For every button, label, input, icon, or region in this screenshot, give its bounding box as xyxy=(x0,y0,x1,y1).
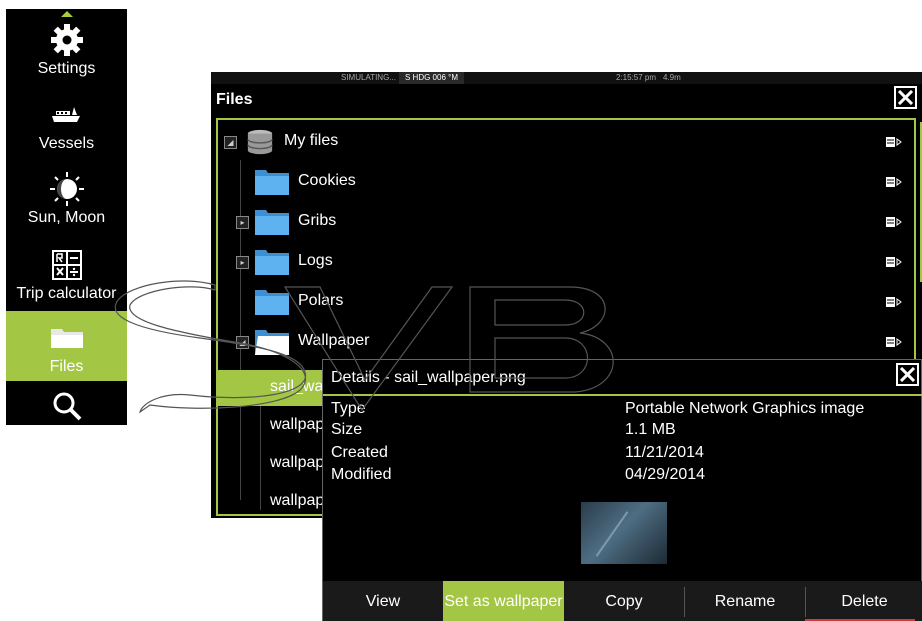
rename-button[interactable]: Rename xyxy=(685,581,805,621)
storage-icon xyxy=(247,129,273,155)
menu-item-label: Settings xyxy=(37,60,96,77)
menu-item-settings[interactable]: Settings xyxy=(6,13,127,83)
close-button[interactable] xyxy=(894,86,917,109)
tree-row-my-files[interactable]: ◢ My files xyxy=(218,122,914,162)
menu-item-label: Trip calculator xyxy=(16,285,117,302)
tree-row-label: Logs xyxy=(298,252,333,269)
action-bar: View Set as wallpaper Copy Rename Delete xyxy=(323,581,922,621)
distance-readout: 4.9m xyxy=(663,73,681,82)
open-folder-icon xyxy=(255,330,289,355)
row-menu-icon[interactable] xyxy=(886,256,902,268)
close-icon xyxy=(898,90,913,105)
tree-row-label: wallpap xyxy=(270,492,325,509)
folder-icon xyxy=(6,321,127,355)
tree-row-label: Gribs xyxy=(298,212,337,229)
set-as-wallpaper-button[interactable]: Set as wallpaper xyxy=(443,581,564,621)
menu-item-vessels[interactable]: Vessels xyxy=(6,88,127,158)
simulating-indicator: SIMULATING... xyxy=(341,73,396,82)
close-button[interactable] xyxy=(896,363,919,386)
field-label-modified: Modified xyxy=(331,466,392,483)
sun-moon-icon xyxy=(6,172,127,206)
tree-row-logs[interactable]: ▸ Logs xyxy=(218,242,914,282)
row-menu-icon[interactable] xyxy=(886,336,902,348)
folder-icon xyxy=(255,210,289,235)
field-label-created: Created xyxy=(331,444,388,461)
menu-item-sun-moon[interactable]: Sun, Moon xyxy=(6,162,127,232)
tree-row-label: My files xyxy=(284,132,339,149)
copy-button[interactable]: Copy xyxy=(564,581,684,621)
menu-item-label: Sun, Moon xyxy=(27,209,106,226)
menu-item-label: Find xyxy=(50,432,83,449)
window-title: Files xyxy=(216,91,253,108)
delete-button[interactable]: Delete xyxy=(806,581,922,621)
vessel-icon xyxy=(6,98,127,132)
field-label-type: Type xyxy=(331,400,366,417)
tree-row-wallpaper[interactable]: ◢ Wallpaper xyxy=(218,322,914,362)
tree-row-label: Cookies xyxy=(298,172,356,189)
app-menu: Settings Vessels Sun, Moon Trip calculat… xyxy=(6,9,127,449)
divider xyxy=(323,394,922,396)
tree-row-label: wallpap xyxy=(270,454,325,471)
field-value-size: 1.1 MB xyxy=(625,421,676,438)
field-label-size: Size xyxy=(331,421,363,438)
collapse-icon[interactable]: ◢ xyxy=(236,336,249,349)
menu-item-label: Files xyxy=(49,358,84,375)
details-dialog: Details - sail_wallpaper.png Type Portab… xyxy=(322,359,922,621)
field-value-created: 11/21/2014 xyxy=(625,444,704,461)
folder-icon xyxy=(255,250,289,275)
close-icon xyxy=(900,367,915,382)
menu-item-trip-calculator[interactable]: Trip calculator xyxy=(6,238,127,308)
clock-readout: 2:15:57 pm xyxy=(616,73,657,82)
tree-row-label: Wallpaper xyxy=(298,332,370,349)
tree-row-cookies[interactable]: Cookies xyxy=(218,162,914,202)
expand-icon[interactable]: ▸ xyxy=(236,216,249,229)
field-value-type: Portable Network Graphics image xyxy=(625,400,865,417)
dialog-title: Details - sail_wallpaper.png xyxy=(331,369,526,386)
view-button[interactable]: View xyxy=(323,581,443,621)
row-menu-icon[interactable] xyxy=(886,176,902,188)
calculator-icon xyxy=(6,248,127,282)
tree-row-label: Polars xyxy=(298,292,344,309)
magnifier-icon xyxy=(6,389,127,423)
expand-icon[interactable]: ▸ xyxy=(236,256,249,269)
tree-row-label: sail_wal xyxy=(270,378,327,395)
image-preview xyxy=(581,502,667,564)
menu-item-files[interactable]: Files xyxy=(6,311,127,381)
tree-row-gribs[interactable]: ▸ Gribs xyxy=(218,202,914,242)
collapse-icon[interactable]: ◢ xyxy=(224,136,237,149)
status-bar: SIMULATING... S HDG 006 °M 2:15:57 pm 4.… xyxy=(211,72,922,84)
row-menu-icon[interactable] xyxy=(886,136,902,148)
row-menu-icon[interactable] xyxy=(886,216,902,228)
gear-icon xyxy=(6,23,127,57)
row-menu-icon[interactable] xyxy=(886,296,902,308)
tree-row-polars[interactable]: Polars xyxy=(218,282,914,322)
tree-row-label: wallpap xyxy=(270,416,325,433)
field-value-modified: 04/29/2014 xyxy=(625,466,706,483)
menu-item-find[interactable]: Find xyxy=(6,386,127,449)
folder-icon xyxy=(255,170,289,195)
folder-icon xyxy=(255,290,289,315)
heading-readout: S HDG 006 °M xyxy=(399,72,464,84)
menu-item-label: Vessels xyxy=(38,135,95,152)
